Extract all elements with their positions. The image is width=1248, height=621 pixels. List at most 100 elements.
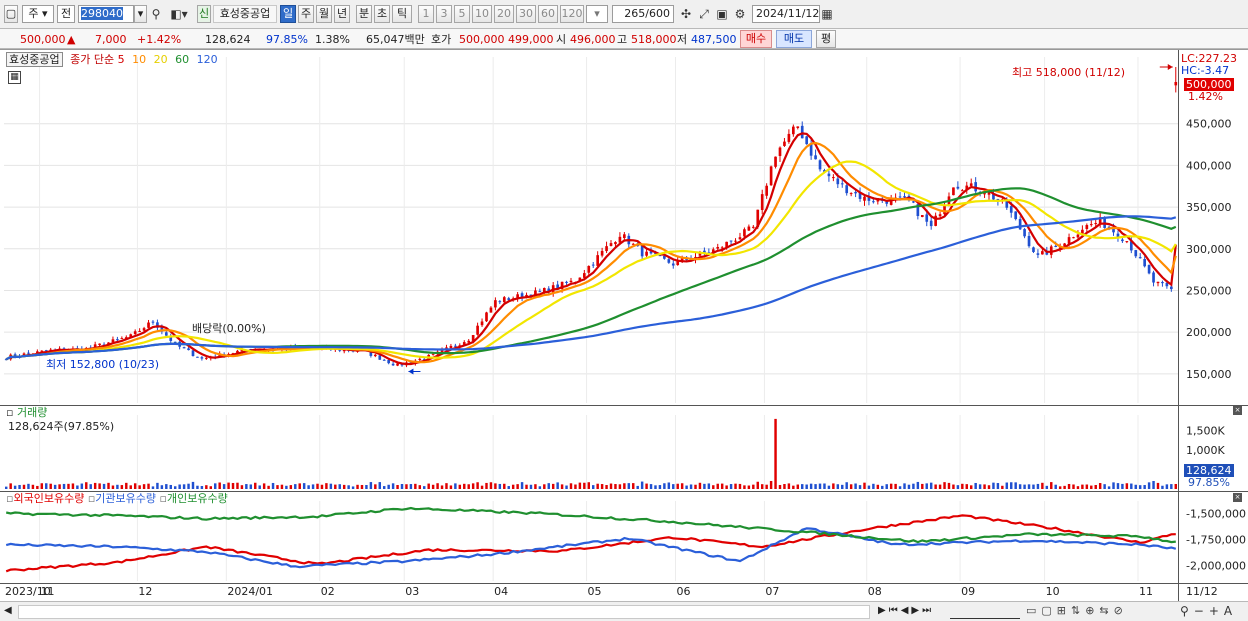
date-input[interactable]: 2024/11/12 bbox=[752, 5, 820, 23]
interval-20-button[interactable]: 20 bbox=[494, 5, 514, 23]
volume-bar bbox=[236, 482, 239, 489]
interval-dropdown-icon[interactable]: ▾ bbox=[586, 5, 608, 23]
candle-body bbox=[796, 126, 800, 128]
period-high-annotation: 최고 518,000 (11/12) bbox=[1012, 66, 1126, 79]
interval-5-button[interactable]: 5 bbox=[454, 5, 470, 23]
volume-bar bbox=[1014, 482, 1017, 489]
candle-body bbox=[845, 185, 849, 194]
volume-bar bbox=[752, 484, 755, 489]
interval-3-button[interactable]: 3 bbox=[436, 5, 452, 23]
volume-bar bbox=[440, 485, 444, 489]
trendline-icon[interactable]: ⤢ bbox=[696, 5, 712, 23]
volume-bar bbox=[658, 485, 662, 489]
volume-bar bbox=[480, 485, 484, 489]
volume-bar bbox=[565, 485, 568, 489]
avg-button[interactable]: 평 bbox=[816, 30, 836, 48]
scroll-track[interactable] bbox=[18, 605, 870, 619]
volume-bar bbox=[943, 482, 946, 489]
stock-code-input[interactable]: 298040 bbox=[78, 5, 134, 23]
period-day-button[interactable]: 일 bbox=[280, 5, 296, 23]
calendar-icon[interactable]: ▦ bbox=[820, 5, 834, 23]
period-second-button[interactable]: 초 bbox=[374, 5, 390, 23]
candle-body bbox=[1089, 224, 1093, 226]
market-select[interactable]: 주 ▾ bbox=[22, 5, 54, 23]
period-minute-button[interactable]: 분 bbox=[356, 5, 372, 23]
volume-bar bbox=[649, 484, 653, 489]
candle-body bbox=[814, 155, 817, 160]
scroll-left-icon[interactable]: ◀ bbox=[4, 605, 12, 616]
volume-bar bbox=[667, 482, 671, 489]
candle-body bbox=[760, 194, 764, 211]
candle-body bbox=[765, 185, 768, 196]
new-stock-badge: 신 bbox=[197, 5, 211, 23]
interval-60-button[interactable]: 60 bbox=[538, 5, 558, 23]
candle-body bbox=[502, 297, 506, 303]
up-arrow-icon: ▲ bbox=[67, 33, 76, 46]
x-tick-label: 08 bbox=[868, 585, 882, 598]
volume-bar bbox=[476, 482, 479, 489]
volume-bar bbox=[876, 484, 880, 489]
volume-bar bbox=[107, 482, 110, 489]
prev-code-select[interactable]: 전 bbox=[57, 5, 75, 23]
period-week-button[interactable]: 주 bbox=[298, 5, 314, 23]
period-month-button[interactable]: 월 bbox=[316, 5, 332, 23]
volume-bar bbox=[320, 484, 324, 489]
volume-bar bbox=[178, 484, 181, 489]
legend-stock-name[interactable]: 효성중공업 bbox=[6, 52, 63, 67]
volume-bar bbox=[916, 481, 920, 489]
interval-30-button[interactable]: 30 bbox=[516, 5, 536, 23]
interval-1-button[interactable]: 1 bbox=[418, 5, 434, 23]
settings-gear-icon[interactable]: ⚙ bbox=[732, 5, 748, 23]
volume-bar bbox=[805, 484, 808, 489]
volume-bar bbox=[40, 483, 44, 489]
zoom-controls[interactable]: ⚲−+A bbox=[1180, 604, 1237, 618]
playback-controls[interactable]: ▶⏮◀▶⏭ bbox=[878, 605, 934, 616]
chart-tools-icons[interactable]: ▭▢⊞⇅⊕⇆⊘ bbox=[1026, 604, 1128, 617]
interval-120-button[interactable]: 120 bbox=[560, 5, 584, 23]
interval-10-button[interactable]: 10 bbox=[472, 5, 492, 23]
volume-close-icon[interactable]: × bbox=[1233, 406, 1242, 415]
candle-body bbox=[1009, 206, 1013, 213]
volume-bar bbox=[1138, 485, 1142, 489]
volume-bar bbox=[983, 484, 986, 489]
legend-ma-label: 종가 단순 bbox=[70, 53, 115, 66]
code-dropdown-icon[interactable]: ▾ bbox=[134, 5, 147, 23]
holdings-close-icon[interactable]: × bbox=[1233, 493, 1242, 502]
table-toggle-icon[interactable]: ▦ bbox=[8, 71, 21, 84]
bottom-scrollbar[interactable]: ◀ ▶⏮◀▶⏭ ▭▢⊞⇅⊕⇆⊘ ⚲−+A bbox=[0, 601, 1248, 621]
candle-body bbox=[200, 357, 204, 359]
sell-button[interactable]: 매도 bbox=[776, 30, 812, 48]
volume-bar bbox=[93, 482, 97, 489]
volume-bar bbox=[627, 483, 631, 489]
zoom-slider[interactable] bbox=[950, 604, 1020, 619]
candle-body bbox=[743, 229, 746, 237]
search-icon[interactable]: ⚲ bbox=[149, 5, 163, 23]
candle-body bbox=[792, 126, 795, 135]
volume-bar bbox=[645, 483, 648, 489]
volume-bar bbox=[903, 483, 906, 489]
period-year-button[interactable]: 년 bbox=[334, 5, 350, 23]
volume-bar bbox=[458, 484, 462, 489]
x-tick-label: 05 bbox=[588, 585, 602, 598]
stock-list-icon[interactable]: ◧▾ bbox=[166, 5, 192, 23]
volume-bar bbox=[351, 486, 355, 489]
volume-bar bbox=[1147, 482, 1151, 489]
data-count-input[interactable]: 265/600 bbox=[612, 5, 674, 23]
volume-bar bbox=[1027, 484, 1031, 489]
volume-bar bbox=[267, 485, 270, 489]
period-tick-button[interactable]: 틱 bbox=[392, 5, 412, 23]
volume-bar bbox=[783, 484, 786, 489]
legend-ma-10: 10 bbox=[132, 53, 147, 66]
window-menu-icon[interactable]: ▢ bbox=[4, 5, 18, 23]
candle-body bbox=[454, 345, 457, 347]
candle-body bbox=[1018, 219, 1022, 230]
save-icon[interactable]: ▣ bbox=[714, 5, 730, 23]
volume-bar bbox=[245, 484, 248, 489]
crosshair-icon[interactable]: ✣ bbox=[678, 5, 694, 23]
candle-body bbox=[1125, 241, 1129, 243]
volume-bar bbox=[307, 485, 310, 489]
price-tick-label: 200,000 bbox=[1186, 326, 1232, 339]
candle-body bbox=[489, 307, 493, 313]
buy-button[interactable]: 매수 bbox=[740, 30, 772, 48]
volume-bar bbox=[1112, 482, 1115, 489]
